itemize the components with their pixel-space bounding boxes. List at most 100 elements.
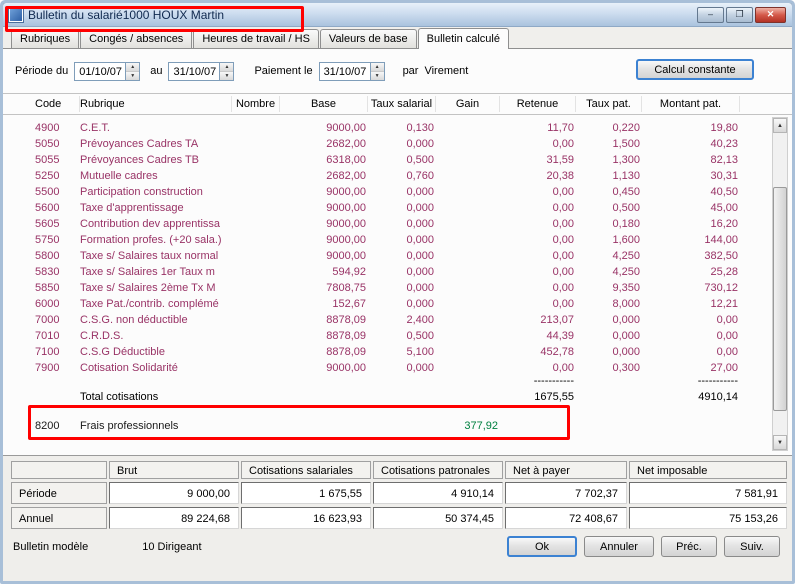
rubric-cell: 6318,00 bbox=[280, 152, 368, 168]
column-header: Nombre bbox=[232, 96, 280, 112]
payment-method-value[interactable]: Virement bbox=[424, 65, 468, 77]
rubric-cell: 16,20 bbox=[642, 216, 740, 232]
rubric-cell: 0,180 bbox=[576, 216, 642, 232]
rubric-row[interactable]: 5850Taxe s/ Salaires 2ème Tx M7808,750,0… bbox=[35, 280, 792, 296]
frais-gain-value: 377,92 bbox=[436, 418, 500, 434]
rubric-cell: 0,220 bbox=[576, 120, 642, 136]
rubric-cell bbox=[436, 296, 500, 312]
spinner-down-icon[interactable]: ▼ bbox=[371, 72, 384, 80]
column-header: Retenue bbox=[500, 96, 576, 112]
rubric-cell bbox=[436, 280, 500, 296]
period-to-field[interactable]: 31/10/07 ▲ ▼ bbox=[168, 62, 234, 81]
rubric-row[interactable]: 5250Mutuelle cadres2682,000,76020,381,13… bbox=[35, 168, 792, 184]
rubric-cell bbox=[436, 120, 500, 136]
rubric-cell: 0,000 bbox=[368, 200, 436, 216]
rubric-cell bbox=[232, 216, 280, 232]
rubric-row[interactable]: 7900Cotisation Solidarité9000,000,0000,0… bbox=[35, 360, 792, 376]
rubric-row[interactable]: 4900C.E.T.9000,000,13011,700,22019,80 bbox=[35, 120, 792, 136]
rubric-row[interactable]: 5050Prévoyances Cadres TA2682,000,0000,0… bbox=[35, 136, 792, 152]
summary-annuel-net-imposable: 75 153,26 bbox=[629, 507, 787, 529]
rubric-cell: 0,00 bbox=[500, 296, 576, 312]
period-to-spinner[interactable]: ▲ ▼ bbox=[219, 63, 233, 80]
rubric-row[interactable]: 5750Formation profes. (+20 sala.)9000,00… bbox=[35, 232, 792, 248]
period-from-spinner[interactable]: ▲ ▼ bbox=[125, 63, 139, 80]
footer-bar: Bulletin modèle 10 Dirigeant Ok Annuler … bbox=[13, 536, 780, 557]
period-from-value[interactable]: 01/10/07 bbox=[75, 63, 125, 80]
titlebar[interactable]: Bulletin du salarié1000 HOUX Martin – ❐ … bbox=[3, 3, 792, 27]
rubric-cell: 11,70 bbox=[500, 120, 576, 136]
rubric-cell: 144,00 bbox=[642, 232, 740, 248]
spinner-up-icon[interactable]: ▲ bbox=[220, 63, 233, 72]
rubric-cell: 594,92 bbox=[280, 264, 368, 280]
rubric-row[interactable]: 5605Contribution dev apprentissa9000,000… bbox=[35, 216, 792, 232]
rubric-cell: 2,400 bbox=[368, 312, 436, 328]
ok-button[interactable]: Ok bbox=[507, 536, 577, 557]
rubric-cell: Taxe Pat./contrib. complémé bbox=[80, 296, 232, 312]
maximize-button[interactable]: ❐ bbox=[726, 7, 753, 23]
rubric-cell: 0,00 bbox=[500, 232, 576, 248]
payment-date-spinner[interactable]: ▲ ▼ bbox=[370, 63, 384, 80]
payment-date-value[interactable]: 31/10/07 bbox=[320, 63, 370, 80]
rubric-cell: C.S.G Déductible bbox=[80, 344, 232, 360]
spinner-up-icon[interactable]: ▲ bbox=[126, 63, 139, 72]
rubric-row[interactable]: 5800Taxe s/ Salaires taux normal9000,000… bbox=[35, 248, 792, 264]
payment-date-field[interactable]: 31/10/07 ▲ ▼ bbox=[319, 62, 385, 81]
rubric-row[interactable]: 7000C.S.G. non déductible8878,092,400213… bbox=[35, 312, 792, 328]
scrollbar-thumb[interactable] bbox=[773, 187, 787, 410]
spinner-down-icon[interactable]: ▼ bbox=[220, 72, 233, 80]
spinner-down-icon[interactable]: ▼ bbox=[126, 72, 139, 80]
rubric-row[interactable]: 5500Participation construction9000,000,0… bbox=[35, 184, 792, 200]
summary-grid: Brut Cotisations salariales Cotisations … bbox=[11, 461, 783, 529]
next-button[interactable]: Suiv. bbox=[724, 536, 780, 557]
rubric-cell: Contribution dev apprentissa bbox=[80, 216, 232, 232]
rubric-cell: 0,000 bbox=[368, 136, 436, 152]
minimize-button[interactable]: – bbox=[697, 7, 724, 23]
cancel-button[interactable]: Annuler bbox=[584, 536, 654, 557]
scroll-down-icon[interactable]: ▼ bbox=[773, 435, 787, 450]
column-header: Taux pat. bbox=[576, 96, 642, 112]
rubric-cell bbox=[232, 120, 280, 136]
rubric-cell: 0,500 bbox=[368, 328, 436, 344]
rubric-cell: Taxe s/ Salaires taux normal bbox=[80, 248, 232, 264]
rubric-cell: 0,300 bbox=[576, 360, 642, 376]
rubric-row[interactable]: 6000Taxe Pat./contrib. complémé152,670,0… bbox=[35, 296, 792, 312]
rubric-row[interactable]: 7010C.R.D.S.8878,090,50044,390,0000,00 bbox=[35, 328, 792, 344]
calc-constante-button[interactable]: Calcul constante bbox=[636, 59, 754, 80]
rubric-row[interactable]: 5830Taxe s/ Salaires 1er Taux m594,920,0… bbox=[35, 264, 792, 280]
tab-conges-absences[interactable]: Congés / absences bbox=[80, 29, 192, 48]
tab-bulletin-calcule[interactable]: Bulletin calculé bbox=[418, 28, 509, 49]
spinner-up-icon[interactable]: ▲ bbox=[371, 63, 384, 72]
rubric-cell bbox=[232, 136, 280, 152]
rubric-cell: 4900 bbox=[35, 120, 80, 136]
summary-periode-net-a-payer: 7 702,37 bbox=[505, 482, 627, 504]
rubric-cell: 5055 bbox=[35, 152, 80, 168]
previous-button[interactable]: Préc. bbox=[661, 536, 717, 557]
tab-valeurs-base[interactable]: Valeurs de base bbox=[320, 29, 417, 48]
rubric-cell bbox=[436, 184, 500, 200]
rubric-cell: 0,00 bbox=[500, 200, 576, 216]
grid-header-row: CodeRubriqueNombreBaseTaux salarialGainR… bbox=[3, 93, 792, 115]
tab-rubriques[interactable]: Rubriques bbox=[11, 29, 79, 48]
rubric-row[interactable]: 5055Prévoyances Cadres TB6318,000,50031,… bbox=[35, 152, 792, 168]
rubric-cell: 82,13 bbox=[642, 152, 740, 168]
rubric-row[interactable]: 7100C.S.G Déductible8878,095,100452,780,… bbox=[35, 344, 792, 360]
rubric-cell: 0,00 bbox=[500, 360, 576, 376]
rubric-cell: 9000,00 bbox=[280, 232, 368, 248]
rubric-cell: 5600 bbox=[35, 200, 80, 216]
period-from-field[interactable]: 01/10/07 ▲ ▼ bbox=[74, 62, 140, 81]
rubric-cell: 4,250 bbox=[576, 248, 642, 264]
tab-heures-travail[interactable]: Heures de travail / HS bbox=[193, 29, 319, 48]
frais-professionnels-row[interactable]: 8200 Frais professionnels 377,92 bbox=[35, 418, 792, 434]
rubric-cell bbox=[232, 328, 280, 344]
vertical-scrollbar[interactable]: ▲ ▼ bbox=[772, 117, 788, 451]
close-button[interactable]: ✕ bbox=[755, 7, 786, 23]
column-header: Base bbox=[280, 96, 368, 112]
rubric-cell: 31,59 bbox=[500, 152, 576, 168]
rubric-cell bbox=[436, 344, 500, 360]
scroll-up-icon[interactable]: ▲ bbox=[773, 118, 787, 133]
rubric-cell: 40,50 bbox=[642, 184, 740, 200]
rubric-row[interactable]: 5600Taxe d'apprentissage9000,000,0000,00… bbox=[35, 200, 792, 216]
scrollbar-track[interactable] bbox=[773, 133, 787, 435]
period-to-value[interactable]: 31/10/07 bbox=[169, 63, 219, 80]
rubric-cell: 382,50 bbox=[642, 248, 740, 264]
